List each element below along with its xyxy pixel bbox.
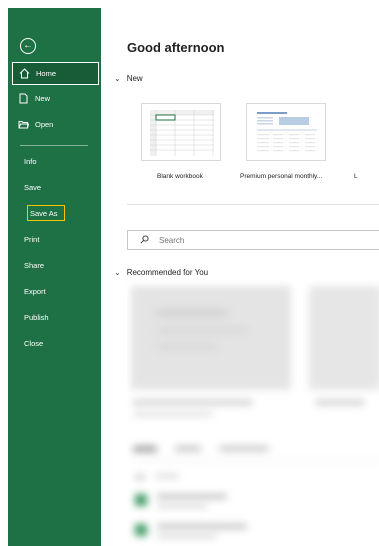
recommended-section-title: Recommended for You (126, 268, 209, 277)
new-document-icon (17, 93, 29, 105)
chevron-down-icon: ⌄ (114, 74, 121, 83)
sidebar-item-label: Open (35, 120, 54, 129)
search-box[interactable] (127, 230, 379, 250)
search-input[interactable] (159, 235, 309, 245)
backstage-main: Good afternoon ⌄ New Blank workbook Prem… (101, 8, 379, 546)
new-section-title: New (126, 74, 143, 83)
sidebar-divider (20, 145, 88, 146)
recommended-section-header[interactable]: ⌄ Recommended for You (114, 268, 208, 277)
blank-workbook-thumbnail (150, 110, 214, 156)
sidebar-item-export[interactable]: Export (24, 287, 46, 296)
sidebar-item-label: Home (36, 69, 57, 78)
sidebar-item-save[interactable]: Save (24, 183, 41, 192)
sidebar-item-save-as[interactable]: Save As (30, 209, 58, 218)
sidebar-item-home[interactable]: Home (12, 62, 99, 85)
new-section-header[interactable]: ⌄ New (114, 74, 143, 83)
sidebar-item-close[interactable]: Close (24, 339, 43, 348)
greeting-title: Good afternoon (127, 40, 225, 55)
template-label: Blank workbook (157, 173, 203, 180)
sidebar-item-new[interactable]: New (12, 87, 99, 110)
home-icon (18, 68, 30, 80)
sidebar-item-open[interactable]: Open (12, 113, 99, 136)
sidebar-item-label: New (35, 94, 51, 103)
template-premium-personal-monthly[interactable] (246, 103, 326, 161)
template-label: Premium personal monthly... (240, 173, 323, 180)
excel-backstage: ← Home New Open Info Save Save As Print … (8, 8, 379, 546)
backstage-sidebar: ← Home New Open Info Save Save As Print … (8, 8, 101, 546)
search-icon (140, 234, 149, 246)
back-arrow-icon[interactable]: ← (20, 38, 36, 54)
chevron-down-icon: ⌄ (114, 268, 121, 277)
sidebar-item-publish[interactable]: Publish (24, 313, 49, 322)
sidebar-item-share[interactable]: Share (24, 261, 44, 270)
recommended-content-blurred (127, 280, 379, 546)
template-label: L (354, 173, 358, 180)
folder-open-icon (17, 119, 29, 131)
premium-template-thumbnail (255, 110, 319, 156)
section-divider (127, 204, 379, 205)
template-blank-workbook[interactable] (141, 103, 221, 161)
sidebar-item-print[interactable]: Print (24, 235, 39, 244)
sidebar-item-info[interactable]: Info (24, 157, 37, 166)
